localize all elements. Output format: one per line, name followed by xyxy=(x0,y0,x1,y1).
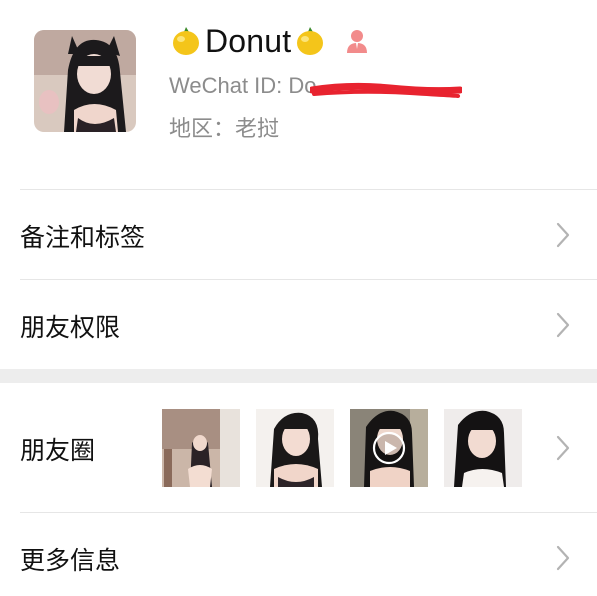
moments-thumbnails xyxy=(162,409,538,487)
chevron-right-icon xyxy=(556,222,570,248)
remarks-tags-row[interactable]: 备注和标签 xyxy=(0,190,597,279)
moments-label: 朋友圈 xyxy=(20,436,96,465)
redaction-scribble xyxy=(310,82,462,98)
moment-thumbnail[interactable] xyxy=(350,409,428,487)
contact-profile-page: Donut WeChat ID: Do 地区：老挝 备注和标签 朋友权限 朋友圈… xyxy=(0,0,597,596)
chevron-right-icon xyxy=(556,312,570,338)
moment-thumbnail[interactable] xyxy=(444,409,522,487)
friend-permissions-label: 朋友权限 xyxy=(20,313,121,342)
lemon-emoji-icon xyxy=(169,24,203,58)
chevron-right-icon xyxy=(556,545,570,571)
section-gap xyxy=(0,369,597,383)
profile-name: Donut xyxy=(205,22,292,59)
wechat-id: WeChat ID: Do xyxy=(169,73,317,98)
moment-thumbnail[interactable] xyxy=(256,409,334,487)
more-info-row[interactable]: 更多信息 xyxy=(0,513,597,596)
name-row: Donut xyxy=(169,21,369,61)
moment-thumbnail[interactable] xyxy=(162,409,240,487)
region: 地区：老挝 xyxy=(169,117,280,142)
more-info-label: 更多信息 xyxy=(20,546,121,575)
avatar[interactable] xyxy=(34,30,136,132)
lemon-emoji-icon xyxy=(293,24,327,58)
chevron-right-icon xyxy=(556,435,570,461)
remarks-tags-label: 备注和标签 xyxy=(20,223,146,252)
person-icon xyxy=(345,28,369,54)
play-icon[interactable] xyxy=(372,431,406,465)
profile-header: Donut WeChat ID: Do 地区：老挝 xyxy=(0,0,597,189)
friend-permissions-row[interactable]: 朋友权限 xyxy=(0,280,597,369)
